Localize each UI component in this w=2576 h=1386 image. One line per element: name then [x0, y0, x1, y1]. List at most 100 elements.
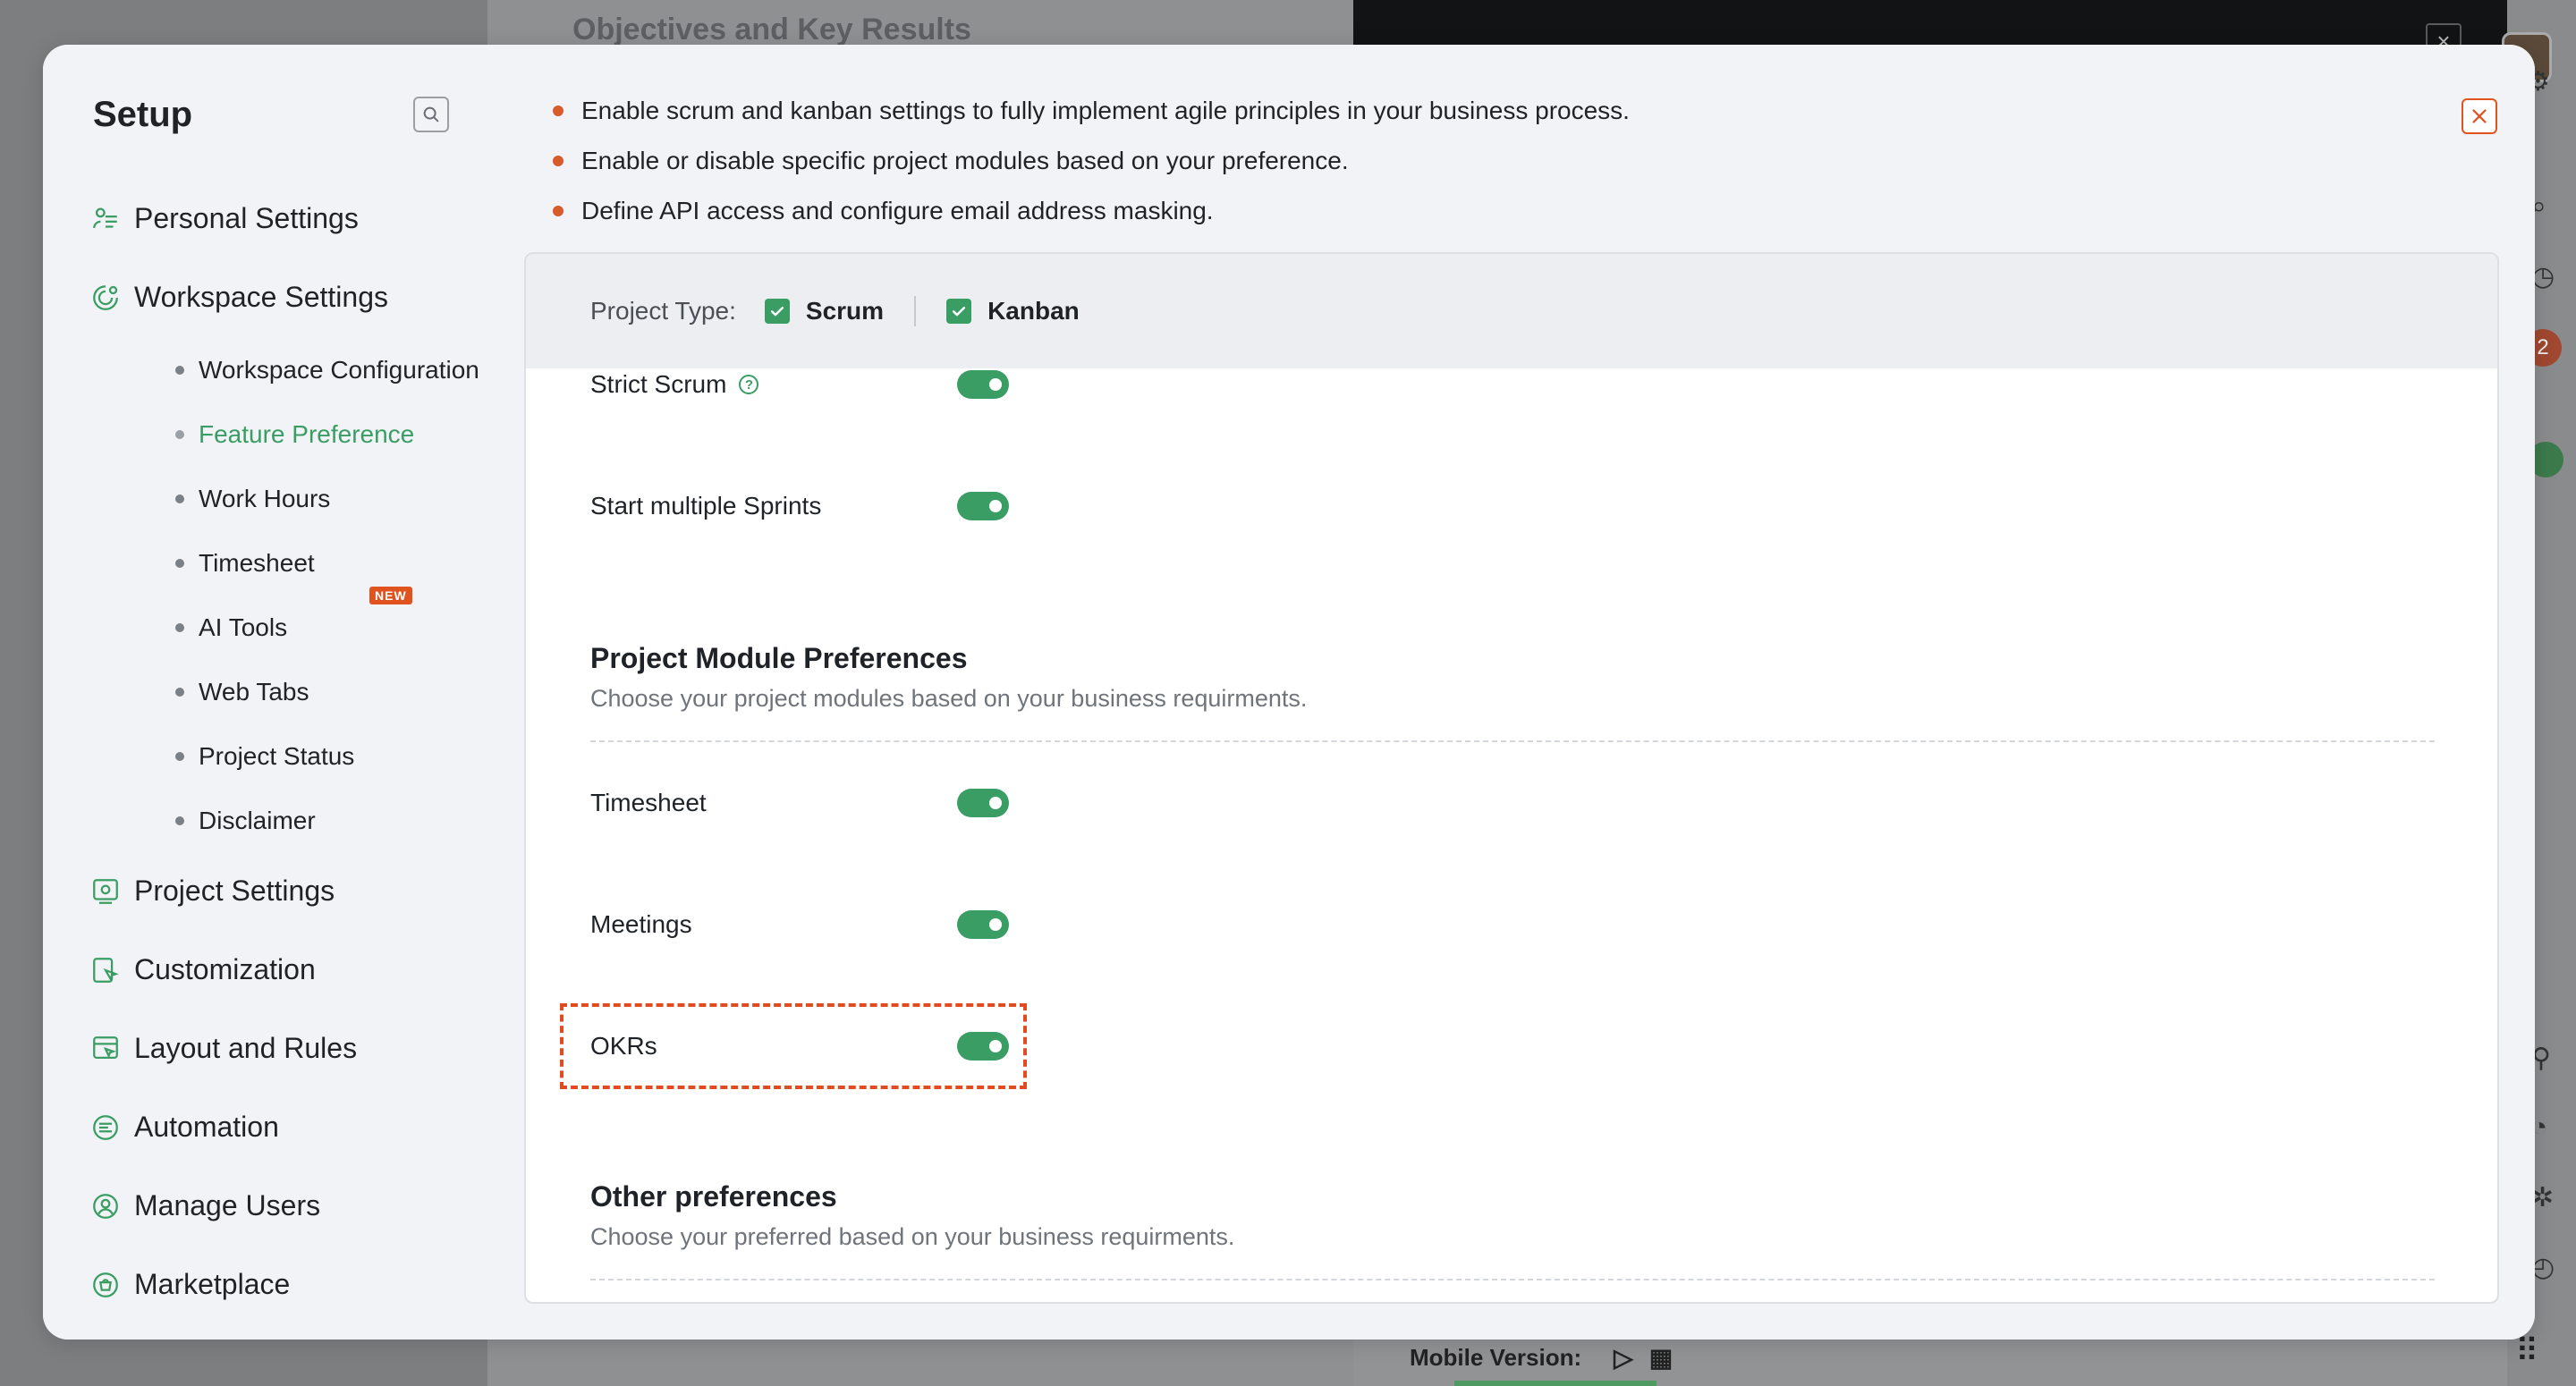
kanban-checkbox[interactable]: Kanban [946, 297, 1080, 325]
sidebar-item-marketplace[interactable]: Marketplace [89, 1268, 290, 1301]
sidebar-item-customization[interactable]: Customization [89, 953, 316, 986]
sidebar-item-label: Layout and Rules [134, 1032, 358, 1064]
project-settings-icon [89, 875, 122, 908]
bullet-dot [553, 106, 564, 116]
meetings-row: Meetings [590, 909, 692, 941]
sidebar-subitem-label: Work Hours [199, 485, 331, 512]
setup-title: Setup [93, 95, 193, 134]
sidebar-subitem-label: Timesheet [199, 549, 315, 577]
bullet-dot [175, 494, 184, 503]
timesheet-row: Timesheet [590, 787, 707, 819]
start-multiple-sprints-label: Start multiple Sprints [590, 492, 822, 520]
customization-icon [89, 954, 122, 986]
meetings-label: Meetings [590, 910, 692, 938]
sidebar-item-layout-rules[interactable]: Layout and Rules [89, 1032, 357, 1065]
sidebar-item-label: Marketplace [134, 1268, 291, 1300]
sidebar-item-automation[interactable]: Automation [89, 1111, 279, 1144]
sidebar-subitem-disclaimer[interactable]: Disclaimer [175, 807, 316, 835]
sidebar-item-label: Manage Users [134, 1189, 321, 1221]
setup-sidebar: Setup Personal Settings Workspace Settin… [43, 45, 487, 1340]
intro-bullet-text: Define API access and configure email ad… [581, 197, 1214, 224]
module-section-title: Project Module Preferences [590, 642, 968, 674]
bullet-dot [175, 366, 184, 375]
sidebar-subitem-timesheet[interactable]: Timesheet [175, 549, 315, 578]
background-page-title: Objectives and Key Results [572, 13, 971, 46]
setup-modal: Setup Personal Settings Workspace Settin… [43, 45, 2535, 1340]
close-button[interactable] [2462, 98, 2497, 134]
bullet-dot [175, 623, 184, 632]
module-section-description: Choose your project modules based on you… [590, 685, 1308, 712]
start-multiple-sprints-row: Start multiple Sprints [590, 490, 821, 522]
intro-bullets: Enable scrum and kanban settings to full… [553, 86, 1630, 236]
other-section-description: Choose your preferred based on your busi… [590, 1223, 1235, 1250]
intro-bullet-text: Enable or disable specific project modul… [581, 147, 1349, 174]
strict-scrum-row: Strict Scrum? [590, 368, 759, 401]
sidebar-search-button[interactable] [413, 97, 449, 132]
play-store-icon: ▷ [1614, 1344, 1633, 1372]
sidebar-item-label: Automation [134, 1111, 279, 1143]
project-type-label: Project Type: [590, 297, 736, 325]
sidebar-item-manage-users[interactable]: Manage Users [89, 1189, 320, 1222]
bullet-dot [175, 559, 184, 568]
sidebar-subitem-label: Web Tabs [199, 678, 309, 706]
personal-settings-icon [89, 203, 122, 235]
sidebar-subitem-label: Feature Preference [199, 420, 415, 448]
bullet-dot [175, 430, 184, 439]
strict-scrum-label: Strict Scrum [590, 370, 727, 398]
mobile-version-label: Mobile Version: [1410, 1344, 1582, 1371]
intro-bullet-text: Enable scrum and kanban settings to full… [581, 97, 1630, 124]
preferences-card: Project Type: Scrum Kanban Strict Scrum?… [524, 252, 2499, 1304]
sidebar-subitem-label: Workspace Configuration [199, 356, 479, 384]
sidebar-subitem-workspace-configuration[interactable]: Workspace Configuration [175, 356, 479, 385]
sidebar-item-label: Project Settings [134, 875, 335, 907]
automation-icon [89, 1111, 122, 1144]
help-icon[interactable]: ? [739, 375, 759, 394]
sidebar-subitem-project-status[interactable]: Project Status [175, 742, 354, 771]
intro-bullet: Enable or disable specific project modul… [553, 136, 1630, 186]
start-multiple-sprints-toggle[interactable] [957, 492, 1009, 520]
sidebar-item-label: Personal Settings [134, 202, 359, 234]
sidebar-subitem-web-tabs[interactable]: Web Tabs [175, 678, 309, 706]
scrum-label: Scrum [805, 297, 885, 325]
sidebar-subitem-feature-preference[interactable]: Feature Preference [175, 420, 414, 449]
other-section-title: Other preferences [590, 1180, 837, 1213]
sidebar-item-project-settings[interactable]: Project Settings [89, 875, 335, 908]
new-badge: NEW [369, 587, 412, 604]
sidebar-subitem-label: Project Status [199, 742, 355, 770]
close-icon [2472, 109, 2487, 123]
bullet-dot [175, 816, 184, 825]
bullet-dot [175, 752, 184, 761]
section-divider [590, 1279, 2435, 1280]
workspace-settings-icon [89, 282, 122, 314]
sidebar-subitem-work-hours[interactable]: Work Hours [175, 485, 330, 513]
mobile-version-bar: Mobile Version: ▷ ▦ [1410, 1343, 1673, 1373]
sidebar-subitem-ai-tools[interactable]: AI Tools NEW [175, 587, 412, 642]
background-top-bar [1353, 0, 2507, 46]
project-type-bar: Project Type: Scrum Kanban [526, 254, 2497, 368]
layout-rules-icon [89, 1033, 122, 1065]
section-divider [590, 740, 2435, 742]
sidebar-item-label: Workspace Settings [134, 281, 388, 313]
bullet-dot [553, 206, 564, 216]
scrum-checkbox[interactable]: Scrum [764, 297, 885, 325]
timesheet-toggle[interactable] [957, 789, 1009, 817]
timesheet-label: Timesheet [590, 789, 707, 816]
feature-preference-panel: Enable scrum and kanban settings to full… [487, 45, 2535, 1340]
meetings-toggle[interactable] [957, 910, 1009, 939]
sidebar-item-personal-settings[interactable]: Personal Settings [89, 202, 359, 235]
strict-scrum-toggle[interactable] [957, 370, 1009, 399]
divider [914, 296, 917, 326]
intro-bullet: Enable scrum and kanban settings to full… [553, 86, 1630, 136]
sidebar-subitem-label: Disclaimer [199, 807, 316, 834]
search-icon [423, 106, 439, 123]
marketplace-icon [89, 1269, 122, 1301]
manage-users-icon [89, 1190, 122, 1222]
sidebar-subitem-label: AI Tools [199, 613, 288, 641]
sidebar-item-label: Customization [134, 953, 316, 985]
sidebar-item-workspace-settings[interactable]: Workspace Settings [89, 281, 388, 314]
checkmark-icon [946, 299, 972, 324]
kanban-label: Kanban [987, 297, 1080, 325]
background-progress [1454, 1381, 1657, 1386]
bullet-dot [553, 156, 564, 166]
intro-bullet: Define API access and configure email ad… [553, 186, 1630, 236]
